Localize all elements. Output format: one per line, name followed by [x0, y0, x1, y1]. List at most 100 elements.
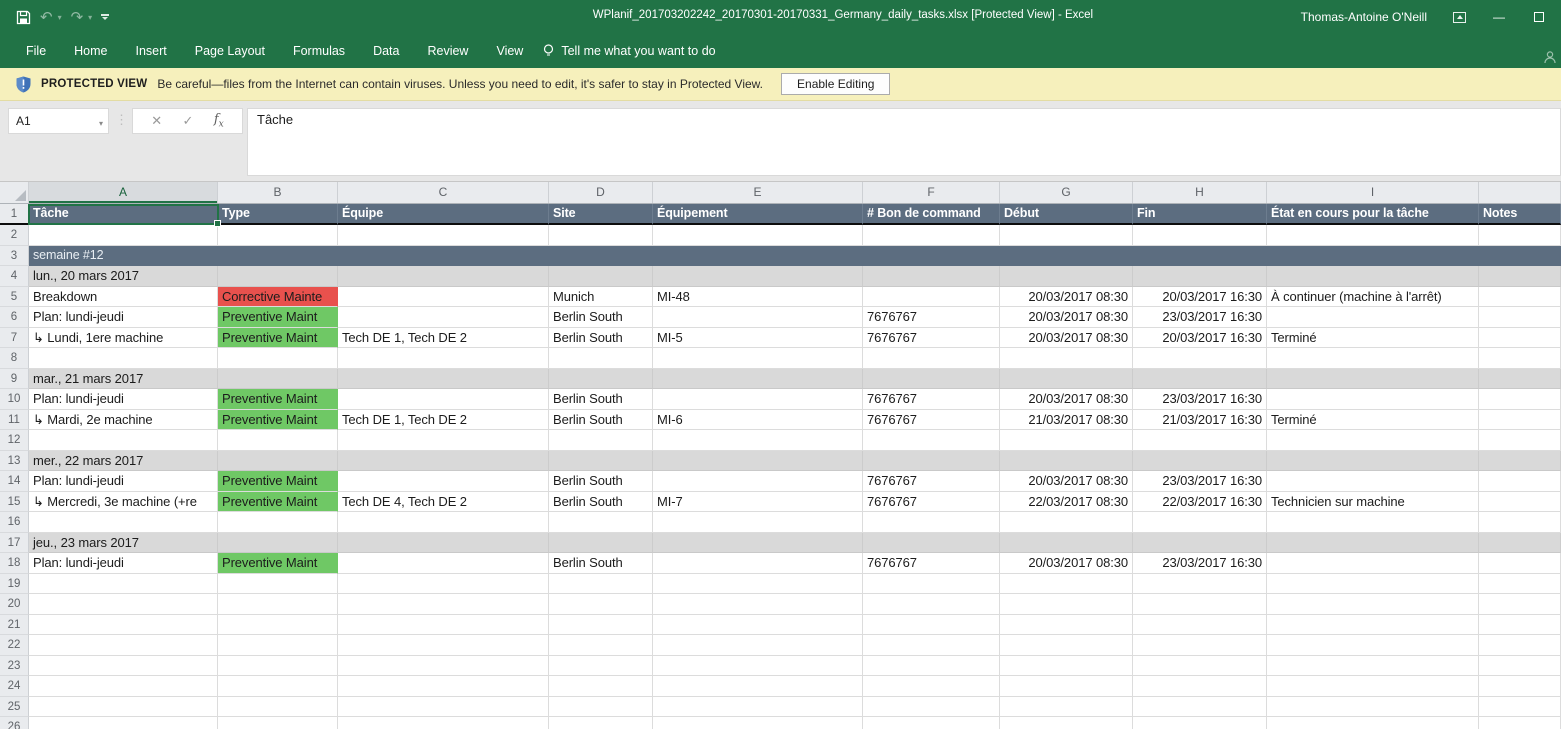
cell-D10[interactable]: Berlin South: [549, 389, 653, 410]
cell-G6[interactable]: 20/03/2017 08:30: [1000, 307, 1133, 328]
cell-G13[interactable]: [1000, 451, 1133, 472]
cell-B12[interactable]: [218, 430, 338, 451]
cell-G10[interactable]: 20/03/2017 08:30: [1000, 389, 1133, 410]
cell-J10[interactable]: [1479, 389, 1561, 410]
cell-D11[interactable]: Berlin South: [549, 410, 653, 431]
tab-view[interactable]: View: [482, 34, 537, 68]
cell-E23[interactable]: [653, 656, 863, 677]
cell-I17[interactable]: [1267, 533, 1479, 554]
cell-A2[interactable]: [29, 225, 218, 246]
cell-A25[interactable]: [29, 697, 218, 718]
cell-J26[interactable]: [1479, 717, 1561, 729]
cell-G20[interactable]: [1000, 594, 1133, 615]
cell-H9[interactable]: [1133, 369, 1267, 390]
cell-C15[interactable]: Tech DE 4, Tech DE 2: [338, 492, 549, 513]
cell-E2[interactable]: [653, 225, 863, 246]
cell-F23[interactable]: [863, 656, 1000, 677]
cell-F18[interactable]: 7676767: [863, 553, 1000, 574]
cell-G22[interactable]: [1000, 635, 1133, 656]
cell-G5[interactable]: 20/03/2017 08:30: [1000, 287, 1133, 308]
cell-C10[interactable]: [338, 389, 549, 410]
cell-A4[interactable]: lun., 20 mars 2017: [29, 266, 218, 287]
cell-A5[interactable]: Breakdown: [29, 287, 218, 308]
cell-H24[interactable]: [1133, 676, 1267, 697]
cell-D20[interactable]: [549, 594, 653, 615]
cell-J25[interactable]: [1479, 697, 1561, 718]
row-header-15[interactable]: 15: [0, 492, 29, 513]
cell-G25[interactable]: [1000, 697, 1133, 718]
cell-H16[interactable]: [1133, 512, 1267, 533]
row-header-14[interactable]: 14: [0, 471, 29, 492]
cell-D17[interactable]: [549, 533, 653, 554]
cell-D16[interactable]: [549, 512, 653, 533]
cell-E3[interactable]: [653, 246, 863, 267]
cell-J5[interactable]: [1479, 287, 1561, 308]
row-header-5[interactable]: 5: [0, 287, 29, 308]
cell-F12[interactable]: [863, 430, 1000, 451]
row-header-3[interactable]: 3: [0, 246, 29, 267]
cell-F24[interactable]: [863, 676, 1000, 697]
cell-A6[interactable]: Plan: lundi-jeudi: [29, 307, 218, 328]
cell-E9[interactable]: [653, 369, 863, 390]
enable-editing-button[interactable]: Enable Editing: [781, 73, 890, 95]
cell-E19[interactable]: [653, 574, 863, 595]
cell-I6[interactable]: [1267, 307, 1479, 328]
cell-B8[interactable]: [218, 348, 338, 369]
cell-H12[interactable]: [1133, 430, 1267, 451]
ribbon-display-options-icon[interactable]: [1451, 9, 1467, 25]
cell-C5[interactable]: [338, 287, 549, 308]
redo-icon[interactable]: ↷: [71, 10, 84, 25]
cell-J23[interactable]: [1479, 656, 1561, 677]
cell-H2[interactable]: [1133, 225, 1267, 246]
insert-function-icon[interactable]: fx: [214, 112, 224, 130]
cell-F10[interactable]: 7676767: [863, 389, 1000, 410]
cell-A10[interactable]: Plan: lundi-jeudi: [29, 389, 218, 410]
cell-H10[interactable]: 23/03/2017 16:30: [1133, 389, 1267, 410]
cell-G21[interactable]: [1000, 615, 1133, 636]
customize-qat-icon[interactable]: [101, 14, 109, 20]
cell-H11[interactable]: 21/03/2017 16:30: [1133, 410, 1267, 431]
cell-E7[interactable]: MI-5: [653, 328, 863, 349]
cell-C23[interactable]: [338, 656, 549, 677]
cell-G19[interactable]: [1000, 574, 1133, 595]
column-header-right[interactable]: [1479, 182, 1561, 203]
cell-D2[interactable]: [549, 225, 653, 246]
cell-E18[interactable]: [653, 553, 863, 574]
cell-B2[interactable]: [218, 225, 338, 246]
cell-J11[interactable]: [1479, 410, 1561, 431]
cell-G18[interactable]: 20/03/2017 08:30: [1000, 553, 1133, 574]
row-header-13[interactable]: 13: [0, 451, 29, 472]
cell-D1[interactable]: Site: [549, 204, 653, 225]
cell-F3[interactable]: [863, 246, 1000, 267]
cell-C12[interactable]: [338, 430, 549, 451]
row-header-4[interactable]: 4: [0, 266, 29, 287]
cell-F19[interactable]: [863, 574, 1000, 595]
cell-H15[interactable]: 22/03/2017 16:30: [1133, 492, 1267, 513]
cell-I3[interactable]: [1267, 246, 1479, 267]
cell-E8[interactable]: [653, 348, 863, 369]
cell-J12[interactable]: [1479, 430, 1561, 451]
cell-A18[interactable]: Plan: lundi-jeudi: [29, 553, 218, 574]
cell-B24[interactable]: [218, 676, 338, 697]
cell-C2[interactable]: [338, 225, 549, 246]
cell-H13[interactable]: [1133, 451, 1267, 472]
cell-F26[interactable]: [863, 717, 1000, 729]
cell-G24[interactable]: [1000, 676, 1133, 697]
cell-B17[interactable]: [218, 533, 338, 554]
tab-review[interactable]: Review: [413, 34, 482, 68]
cell-D26[interactable]: [549, 717, 653, 729]
column-header-b[interactable]: B: [218, 182, 338, 203]
cell-F21[interactable]: [863, 615, 1000, 636]
cell-B22[interactable]: [218, 635, 338, 656]
cell-A7[interactable]: ↳ Lundi, 1ere machine: [29, 328, 218, 349]
cell-D24[interactable]: [549, 676, 653, 697]
cell-I9[interactable]: [1267, 369, 1479, 390]
cell-C3[interactable]: [338, 246, 549, 267]
cell-C19[interactable]: [338, 574, 549, 595]
row-header-7[interactable]: 7: [0, 328, 29, 349]
cell-E14[interactable]: [653, 471, 863, 492]
cell-C8[interactable]: [338, 348, 549, 369]
cell-C14[interactable]: [338, 471, 549, 492]
cell-B11[interactable]: Preventive Maint: [218, 410, 338, 431]
cell-F8[interactable]: [863, 348, 1000, 369]
